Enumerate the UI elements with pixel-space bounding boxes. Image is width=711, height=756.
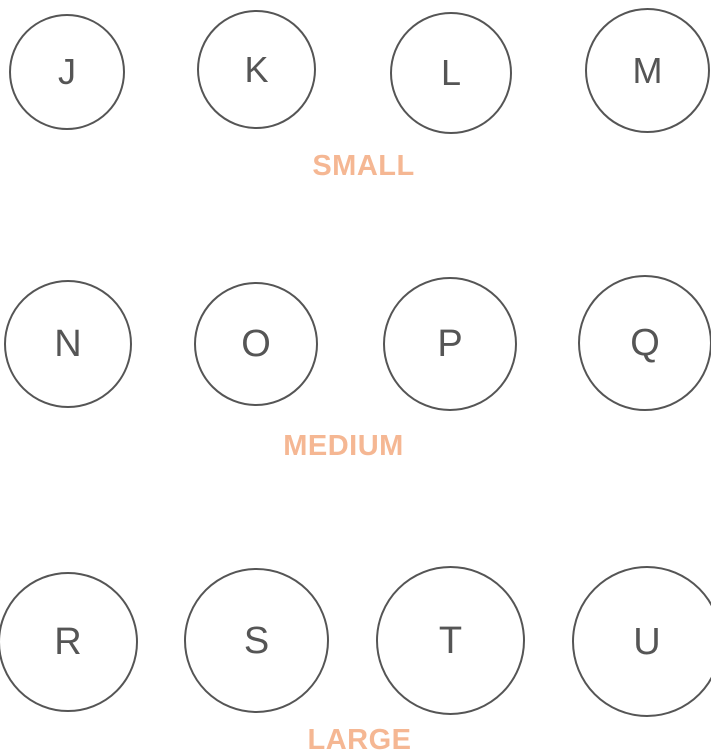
- button-letter: S: [243, 619, 270, 662]
- large-button-t[interactable]: T: [376, 566, 525, 715]
- group-label-small: SMALL: [312, 150, 415, 182]
- group-label-medium: MEDIUM: [283, 430, 404, 462]
- medium-button-q[interactable]: Q: [578, 275, 711, 411]
- button-letter: J: [58, 51, 76, 92]
- button-letter: O: [241, 323, 271, 365]
- medium-button-p[interactable]: P: [383, 277, 517, 411]
- button-letter: N: [54, 323, 82, 365]
- button-letter: R: [54, 621, 82, 663]
- button-letter: K: [244, 48, 269, 90]
- small-button-j[interactable]: J: [9, 14, 125, 130]
- button-letter: L: [440, 52, 462, 93]
- small-button-m[interactable]: M: [585, 8, 710, 133]
- button-letter: M: [632, 49, 663, 91]
- button-letter: T: [438, 619, 463, 662]
- button-letter: Q: [630, 322, 660, 364]
- large-button-u[interactable]: U: [572, 566, 711, 717]
- small-button-k[interactable]: K: [197, 10, 316, 129]
- large-button-s[interactable]: S: [184, 568, 329, 713]
- medium-button-o[interactable]: O: [194, 282, 318, 406]
- button-letter: P: [437, 323, 463, 365]
- medium-button-n[interactable]: N: [4, 280, 132, 408]
- large-button-r[interactable]: R: [0, 572, 138, 712]
- button-letter: U: [633, 620, 661, 663]
- small-button-l[interactable]: L: [390, 12, 512, 134]
